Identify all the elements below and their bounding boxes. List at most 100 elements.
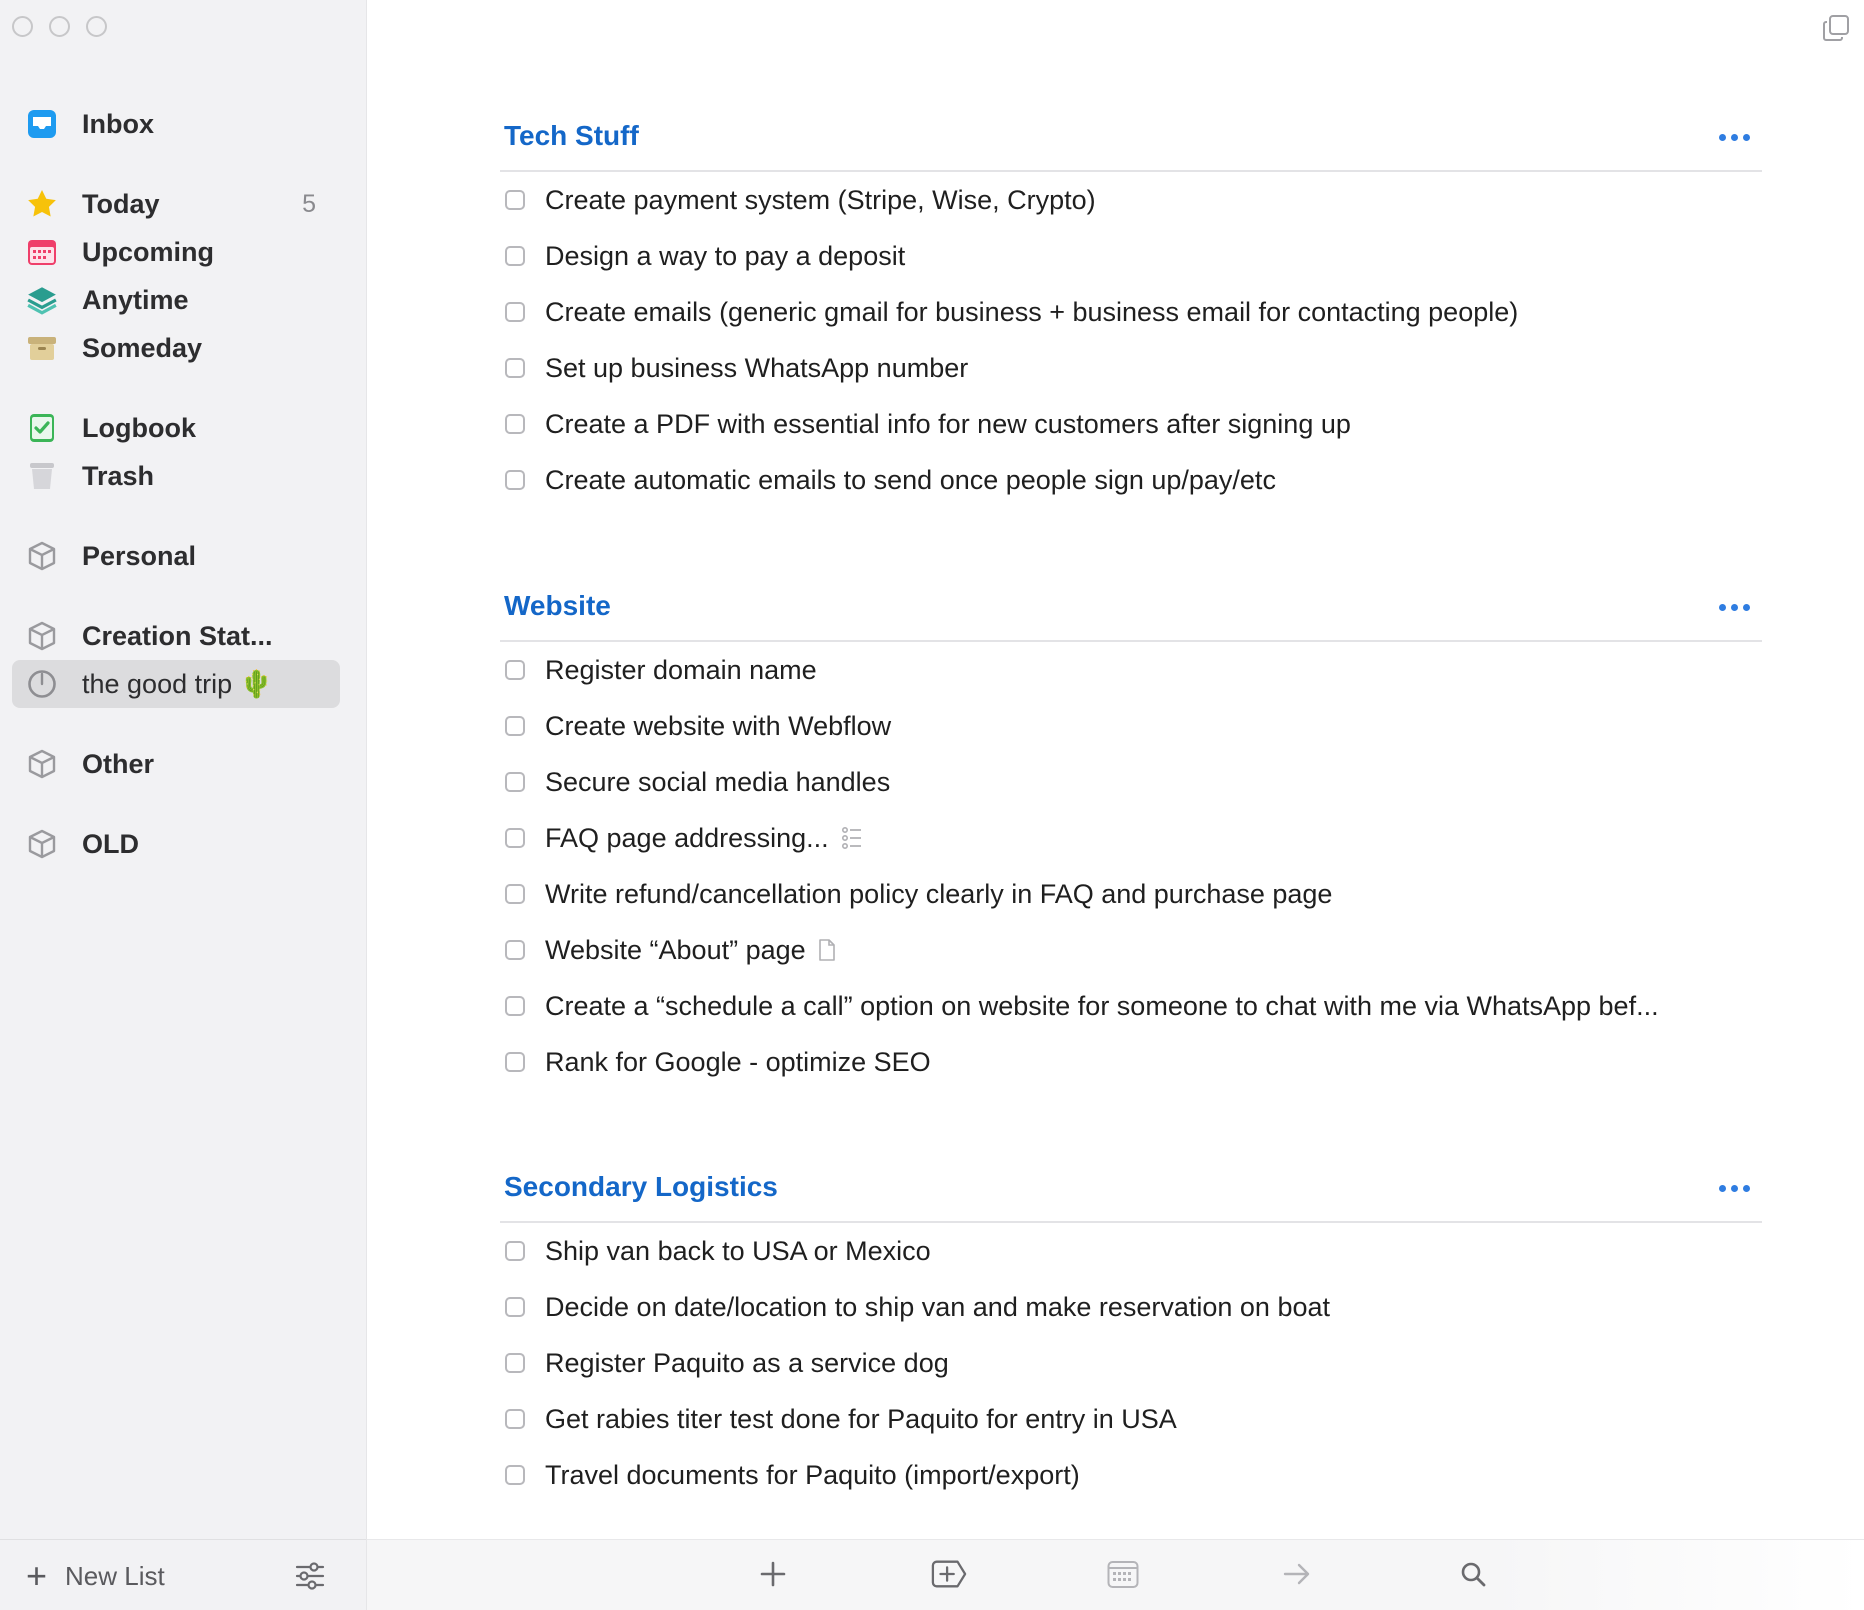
task-row[interactable]: Create a PDF with essential info for new… <box>500 396 1762 452</box>
task-row[interactable]: Ship van back to USA or Mexico <box>500 1223 1762 1279</box>
sidebar-item-label: Other <box>82 748 155 779</box>
sidebar: Inbox Today 5 Upcoming Anytime Someday L… <box>0 0 367 1610</box>
window-controls <box>12 16 107 37</box>
task-row[interactable]: FAQ page addressing... <box>500 810 1762 866</box>
sidebar-item-inbox[interactable]: Inbox <box>12 100 340 148</box>
sidebar-item-today[interactable]: Today 5 <box>12 180 340 228</box>
sidebar-item-upcoming[interactable]: Upcoming <box>12 228 340 276</box>
task-row[interactable]: Set up business WhatsApp number <box>500 340 1762 396</box>
zoom-window-button[interactable] <box>86 16 107 37</box>
task-row[interactable]: Create website with Webflow <box>500 698 1762 754</box>
task-checkbox[interactable] <box>505 246 525 266</box>
section-more-button[interactable] <box>1715 1181 1754 1196</box>
sidebar-item-creation-studio[interactable]: Creation Stat... <box>12 612 340 660</box>
task-checkbox[interactable] <box>505 1353 525 1373</box>
section-title[interactable]: Secondary Logistics <box>504 1171 778 1203</box>
task-title: Decide on date/location to ship van and … <box>545 1291 1331 1322</box>
filter-settings-button[interactable] <box>292 1558 328 1594</box>
task-checkbox[interactable] <box>505 1241 525 1261</box>
heading-section-secondary-logistics: Secondary Logistics Ship van back to USA… <box>500 1163 1762 1503</box>
task-title: Design a way to pay a deposit <box>545 240 906 271</box>
task-checkbox[interactable] <box>505 660 525 680</box>
area-cube-icon <box>26 540 58 572</box>
task-checkbox[interactable] <box>505 302 525 322</box>
inbox-icon <box>26 108 58 140</box>
task-checkbox[interactable] <box>505 940 525 960</box>
sidebar-item-label: Upcoming <box>82 236 214 267</box>
task-row[interactable]: Create automatic emails to send once peo… <box>500 452 1762 508</box>
task-checkbox[interactable] <box>505 414 525 434</box>
task-row[interactable]: Travel documents for Paquito (import/exp… <box>500 1447 1762 1503</box>
section-more-button[interactable] <box>1715 600 1754 615</box>
task-row[interactable]: Create payment system (Stripe, Wise, Cry… <box>500 172 1762 228</box>
ellipsis-icon <box>1719 604 1726 611</box>
task-title: Write refund/cancellation policy clearly… <box>545 878 1333 909</box>
arrow-right-icon <box>1283 1563 1310 1585</box>
task-row[interactable]: Register Paquito as a service dog <box>500 1335 1762 1391</box>
add-heading-icon <box>931 1560 967 1588</box>
sidebar-item-trash[interactable]: Trash <box>12 452 340 500</box>
area-cube-icon <box>26 828 58 860</box>
task-checkbox[interactable] <box>505 772 525 792</box>
task-checkbox[interactable] <box>505 1052 525 1072</box>
task-title: Get rabies titer test done for Paquito f… <box>545 1403 1177 1434</box>
task-row[interactable]: Create emails (generic gmail for busines… <box>500 284 1762 340</box>
task-checkbox[interactable] <box>505 884 525 904</box>
section-title[interactable]: Tech Stuff <box>504 120 639 152</box>
task-row[interactable]: Create a “schedule a call” option on web… <box>500 978 1762 1034</box>
close-window-button[interactable] <box>12 16 33 37</box>
checklist-icon <box>841 826 863 850</box>
task-row[interactable]: Rank for Google - optimize SEO <box>500 1034 1762 1090</box>
move-button[interactable] <box>1279 1556 1315 1592</box>
quick-find-button[interactable] <box>1455 1556 1491 1592</box>
task-checkbox[interactable] <box>505 716 525 736</box>
add-heading-button[interactable] <box>931 1556 967 1592</box>
task-row[interactable]: Get rabies titer test done for Paquito f… <box>500 1391 1762 1447</box>
task-row[interactable]: Design a way to pay a deposit <box>500 228 1762 284</box>
task-title: Create automatic emails to send once peo… <box>545 464 1276 495</box>
sidebar-item-label: Creation Stat... <box>82 620 273 651</box>
new-todo-button[interactable] <box>755 1556 791 1592</box>
when-date-button[interactable] <box>1105 1556 1141 1592</box>
task-checkbox[interactable] <box>505 828 525 848</box>
task-row[interactable]: Register domain name <box>500 642 1762 698</box>
today-count-badge: 5 <box>302 189 316 218</box>
task-title: Ship van back to USA or Mexico <box>545 1235 931 1266</box>
task-checkbox[interactable] <box>505 358 525 378</box>
plus-icon: + <box>26 1555 48 1596</box>
task-row[interactable]: Write refund/cancellation policy clearly… <box>500 866 1762 922</box>
calendar-icon <box>26 236 58 268</box>
minimize-window-button[interactable] <box>49 16 70 37</box>
task-checkbox[interactable] <box>505 996 525 1016</box>
sidebar-item-personal[interactable]: Personal <box>12 532 340 580</box>
task-checkbox[interactable] <box>505 190 525 210</box>
sidebar-item-label: Anytime <box>82 284 189 315</box>
section-more-button[interactable] <box>1715 130 1754 145</box>
section-title[interactable]: Website <box>504 590 611 622</box>
heading-section-website: Website Register domain name Create webs… <box>500 582 1762 1090</box>
task-title: Website “About” page <box>545 934 806 965</box>
sidebar-item-someday[interactable]: Someday <box>12 324 340 372</box>
section-header: Website <box>500 582 1762 642</box>
task-checkbox[interactable] <box>505 1409 525 1429</box>
sidebar-item-label: Trash <box>82 460 155 491</box>
sidebar-item-logbook[interactable]: Logbook <box>12 404 340 452</box>
sidebar-item-anytime[interactable]: Anytime <box>12 276 340 324</box>
note-document-icon <box>818 939 836 961</box>
sidebar-item-the-good-trip[interactable]: the good trip 🌵 <box>12 660 340 708</box>
task-title: Secure social media handles <box>545 766 891 797</box>
task-title: Create a “schedule a call” option on web… <box>545 990 1659 1021</box>
new-list-button[interactable]: + New List <box>26 1556 165 1596</box>
open-in-new-window-button[interactable] <box>1822 14 1850 42</box>
task-checkbox[interactable] <box>505 1465 525 1485</box>
sidebar-item-other[interactable]: Other <box>12 740 340 788</box>
task-row[interactable]: Secure social media handles <box>500 754 1762 810</box>
sidebar-item-old[interactable]: OLD <box>12 820 340 868</box>
sidebar-item-label: Today <box>82 188 160 219</box>
task-row[interactable]: Decide on date/location to ship van and … <box>500 1279 1762 1335</box>
task-title: Create emails (generic gmail for busines… <box>545 296 1519 327</box>
task-checkbox[interactable] <box>505 470 525 490</box>
task-row[interactable]: Website “About” page <box>500 922 1762 978</box>
task-checkbox[interactable] <box>505 1297 525 1317</box>
sliders-icon <box>295 1562 325 1590</box>
